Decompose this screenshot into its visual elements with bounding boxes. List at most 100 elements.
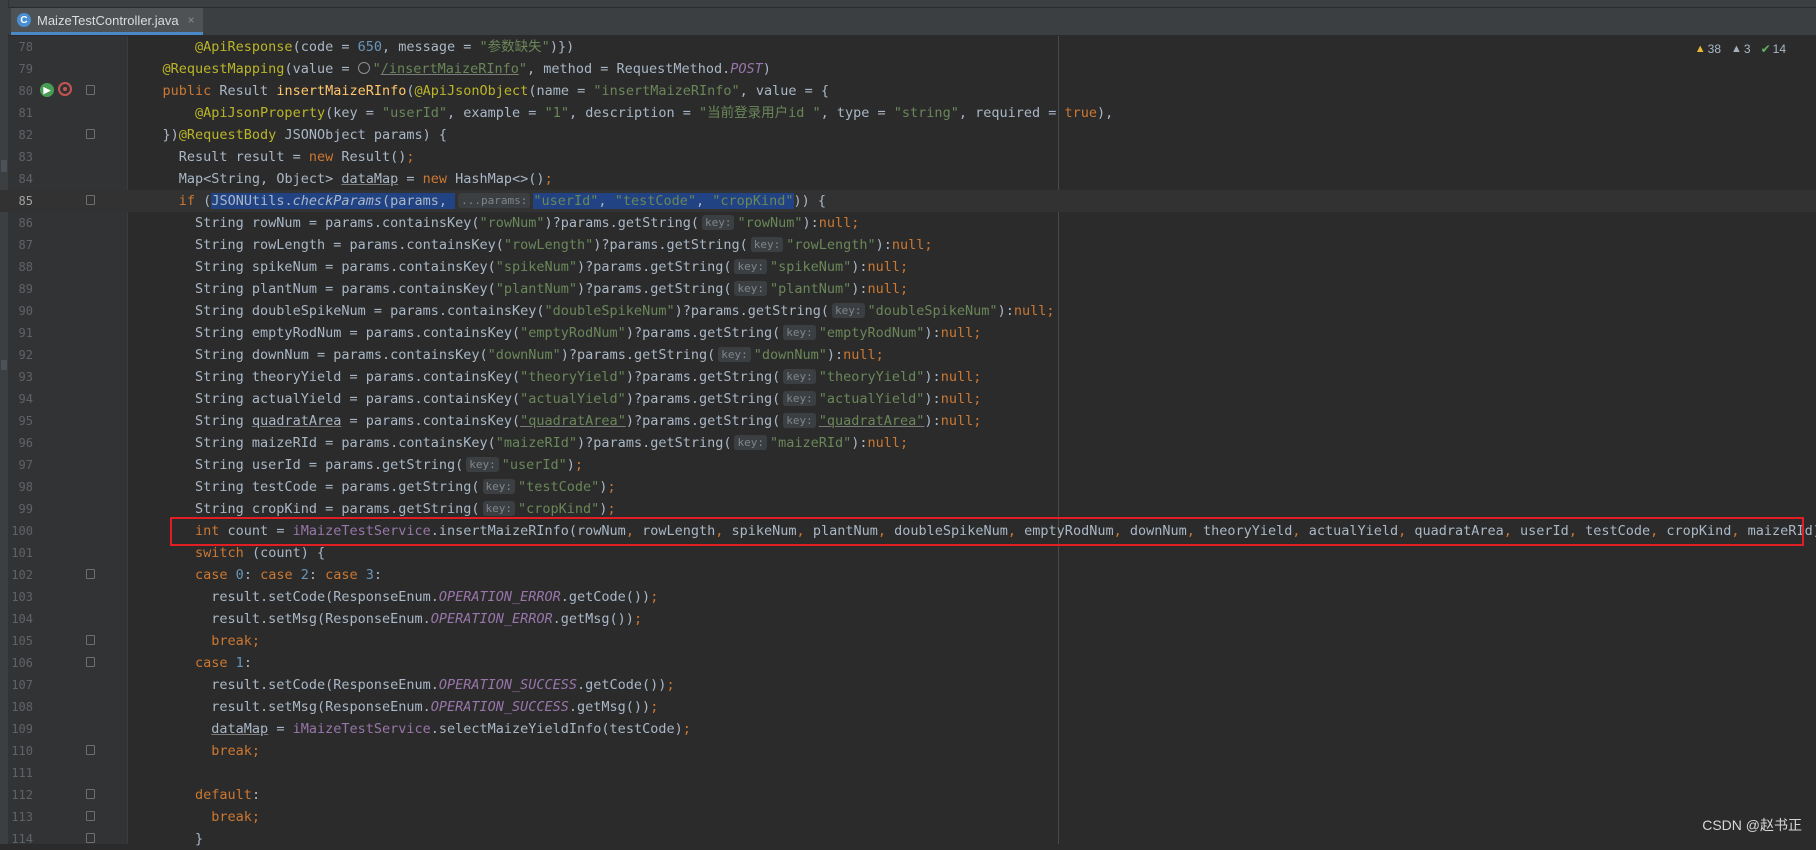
line-number[interactable]: 108 xyxy=(8,696,33,718)
line-number[interactable]: 98 xyxy=(8,476,33,498)
inspection-widget[interactable]: ▲ 38 ▲ 3 ✔ 14 xyxy=(1695,42,1786,56)
code-line[interactable]: 87 String rowLength = params.containsKey… xyxy=(0,234,1816,256)
line-number[interactable]: 79 xyxy=(8,58,33,80)
line-number[interactable]: 96 xyxy=(8,432,33,454)
fold-marker-icon[interactable] xyxy=(86,635,95,645)
code-line[interactable]: 112 default: xyxy=(0,784,1816,806)
line-number[interactable]: 95 xyxy=(8,410,33,432)
code-token: = params.containsKey( xyxy=(341,413,521,429)
code-line[interactable]: 81 @ApiJsonProperty(key = "userId", exam… xyxy=(0,102,1816,124)
code-text: case 1: xyxy=(130,652,252,674)
code-line[interactable]: 107 result.setCode(ResponseEnum.OPERATIO… xyxy=(0,674,1816,696)
fold-marker-icon[interactable] xyxy=(86,657,95,667)
fold-marker-icon[interactable] xyxy=(86,789,95,799)
code-line[interactable]: 78 @ApiResponse(code = 650, message = "参… xyxy=(0,36,1816,58)
code-text: String maizeRId = params.containsKey("ma… xyxy=(130,432,908,454)
code-line[interactable]: 91 String emptyRodNum = params.containsK… xyxy=(0,322,1816,344)
line-number[interactable]: 113 xyxy=(8,806,33,828)
warnings-count[interactable]: ▲ 38 xyxy=(1695,42,1721,56)
line-number[interactable]: 81 xyxy=(8,102,33,124)
code-line[interactable]: 111 xyxy=(0,762,1816,784)
line-number[interactable]: 88 xyxy=(8,256,33,278)
line-number[interactable]: 85 xyxy=(8,190,33,212)
line-number[interactable]: 114 xyxy=(8,828,33,850)
line-number[interactable]: 100 xyxy=(8,520,33,542)
code-line[interactable]: 86 String rowNum = params.containsKey("r… xyxy=(0,212,1816,234)
code-line[interactable]: 94 String actualYield = params.containsK… xyxy=(0,388,1816,410)
code-line[interactable]: 79 @RequestMapping(value = "/insertMaize… xyxy=(0,58,1816,80)
fold-marker-icon[interactable] xyxy=(86,129,95,139)
run-gutter-icon[interactable]: ▶ xyxy=(40,83,54,97)
line-number[interactable]: 101 xyxy=(8,542,33,564)
parameter-hint: key: xyxy=(783,369,816,384)
tab-maize-test-controller[interactable]: C MaizeTestController.java × xyxy=(11,8,203,35)
code-line[interactable]: 88 String spikeNum = params.containsKey(… xyxy=(0,256,1816,278)
line-number[interactable]: 93 xyxy=(8,366,33,388)
line-number[interactable]: 97 xyxy=(8,454,33,476)
line-number[interactable]: 94 xyxy=(8,388,33,410)
line-number[interactable]: 102 xyxy=(8,564,33,586)
line-number[interactable]: 82 xyxy=(8,124,33,146)
weak-warnings-count[interactable]: ▲ 3 xyxy=(1731,42,1751,56)
line-number[interactable]: 92 xyxy=(8,344,33,366)
code-line[interactable]: 83 Result result = new Result(); xyxy=(0,146,1816,168)
fold-marker-icon[interactable] xyxy=(86,745,95,755)
code-line[interactable]: 102 case 0: case 2: case 3: xyxy=(0,564,1816,586)
code-line[interactable]: 93 String theoryYield = params.containsK… xyxy=(0,366,1816,388)
line-number[interactable]: 90 xyxy=(8,300,33,322)
line-number[interactable]: 110 xyxy=(8,740,33,762)
code-line[interactable]: 95 String quadratArea = params.containsK… xyxy=(0,410,1816,432)
line-number[interactable]: 105 xyxy=(8,630,33,652)
code-line[interactable]: 110 break; xyxy=(0,740,1816,762)
line-number[interactable]: 91 xyxy=(8,322,33,344)
line-number[interactable]: 109 xyxy=(8,718,33,740)
line-number[interactable]: 112 xyxy=(8,784,33,806)
code-line[interactable]: 89 String plantNum = params.containsKey(… xyxy=(0,278,1816,300)
code-line[interactable]: 105 break; xyxy=(0,630,1816,652)
parameter-hint: key: xyxy=(750,237,784,252)
code-line[interactable]: 103 result.setCode(ResponseEnum.OPERATIO… xyxy=(0,586,1816,608)
line-number[interactable]: 103 xyxy=(8,586,33,608)
code-token: ; xyxy=(973,391,982,407)
code-line[interactable]: 82 })@RequestBody JSONObject params) { xyxy=(0,124,1816,146)
fold-marker-icon[interactable] xyxy=(86,569,95,579)
line-number[interactable]: 86 xyxy=(8,212,33,234)
code-line[interactable]: 98 String testCode = params.getString(ke… xyxy=(0,476,1816,498)
close-icon[interactable]: × xyxy=(188,13,195,27)
fold-marker-icon[interactable] xyxy=(86,811,95,821)
typos-count[interactable]: ✔ 14 xyxy=(1761,42,1786,56)
line-number[interactable]: 104 xyxy=(8,608,33,630)
code-line[interactable]: 85 if (JSONUtils.checkParams(params, ...… xyxy=(0,190,1816,212)
fold-marker-icon[interactable] xyxy=(86,833,95,843)
code-line[interactable]: 109 dataMap = iMaizeTestService.selectMa… xyxy=(0,718,1816,740)
code-line[interactable]: 106 case 1: xyxy=(0,652,1816,674)
code-token: "insertMaizeRInfo" xyxy=(593,83,740,99)
code-token: OPERATION_SUCCESS xyxy=(438,677,578,693)
line-number[interactable]: 83 xyxy=(8,146,33,168)
line-number[interactable]: 84 xyxy=(8,168,33,190)
line-number[interactable]: 107 xyxy=(8,674,33,696)
line-number[interactable]: 87 xyxy=(8,234,33,256)
code-line[interactable]: 96 String maizeRId = params.containsKey(… xyxy=(0,432,1816,454)
code-line[interactable]: 114 } xyxy=(0,828,1816,850)
code-editor[interactable]: 78 @ApiResponse(code = 650, message = "参… xyxy=(0,36,1816,850)
fold-marker-icon[interactable] xyxy=(86,195,95,205)
line-number[interactable]: 78 xyxy=(8,36,33,58)
code-line[interactable]: 97 String userId = params.getString(key:… xyxy=(0,454,1816,476)
code-line[interactable]: 104 result.setMsg(ResponseEnum.OPERATION… xyxy=(0,608,1816,630)
code-line[interactable]: 80 public Result insertMaizeRInfo(@ApiJs… xyxy=(0,80,1816,102)
fold-marker-icon[interactable] xyxy=(86,85,95,95)
line-number[interactable]: 89 xyxy=(8,278,33,300)
endpoint-gutter-icon[interactable] xyxy=(58,82,72,96)
code-token: "actualYield" xyxy=(520,391,626,407)
line-number[interactable]: 111 xyxy=(8,762,33,784)
code-line[interactable]: 108 result.setMsg(ResponseEnum.OPERATION… xyxy=(0,696,1816,718)
line-number[interactable]: 99 xyxy=(8,498,33,520)
code-token: ; xyxy=(924,237,933,253)
code-line[interactable]: 84 Map<String, Object> dataMap = new Has… xyxy=(0,168,1816,190)
line-number[interactable]: 106 xyxy=(8,652,33,674)
code-line[interactable]: 113 break; xyxy=(0,806,1816,828)
line-number[interactable]: 80 xyxy=(8,80,33,102)
code-line[interactable]: 92 String downNum = params.containsKey("… xyxy=(0,344,1816,366)
code-line[interactable]: 90 String doubleSpikeNum = params.contai… xyxy=(0,300,1816,322)
